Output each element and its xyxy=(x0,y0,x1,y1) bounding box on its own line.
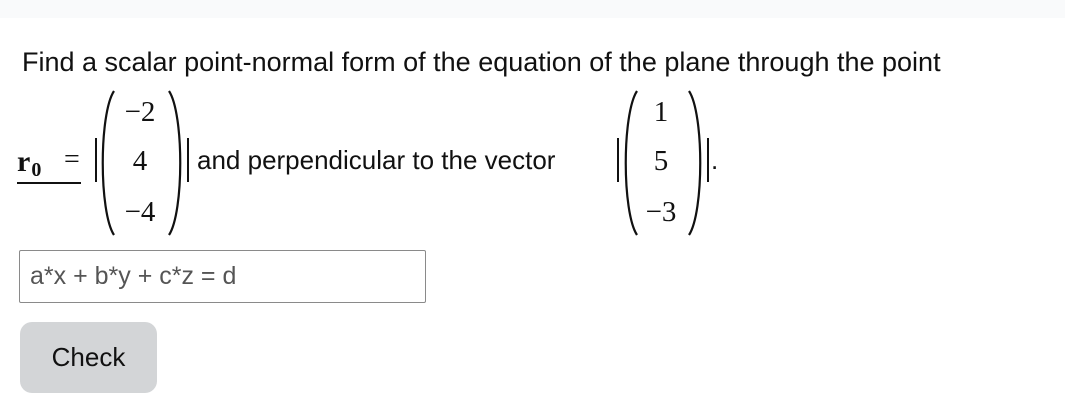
point-component-2: 4 xyxy=(132,145,148,177)
normal-vector-right-paren xyxy=(688,90,702,236)
point-vector-symbol: r xyxy=(17,145,31,178)
check-button[interactable]: Check xyxy=(20,322,157,393)
normal-component-2: 5 xyxy=(653,145,669,177)
normal-vector-right-bar xyxy=(707,138,709,182)
perpendicular-text: and perpendicular to the vector xyxy=(197,145,556,175)
point-vector-right-paren xyxy=(168,90,182,236)
point-vector-underline xyxy=(17,182,81,184)
sentence-period: . xyxy=(711,145,719,175)
normal-component-3: −3 xyxy=(645,196,677,228)
point-vector-subscript: 0 xyxy=(31,159,42,181)
point-vector-label: r0 xyxy=(17,145,41,181)
normal-component-1: 1 xyxy=(653,96,669,128)
point-component-1: −2 xyxy=(124,96,156,128)
point-vector-right-bar xyxy=(187,138,189,182)
point-component-3: −4 xyxy=(124,196,156,228)
question-text: Find a scalar point-normal form of the e… xyxy=(22,47,941,77)
answer-input[interactable] xyxy=(19,250,426,303)
equals-sign: = xyxy=(64,144,80,175)
